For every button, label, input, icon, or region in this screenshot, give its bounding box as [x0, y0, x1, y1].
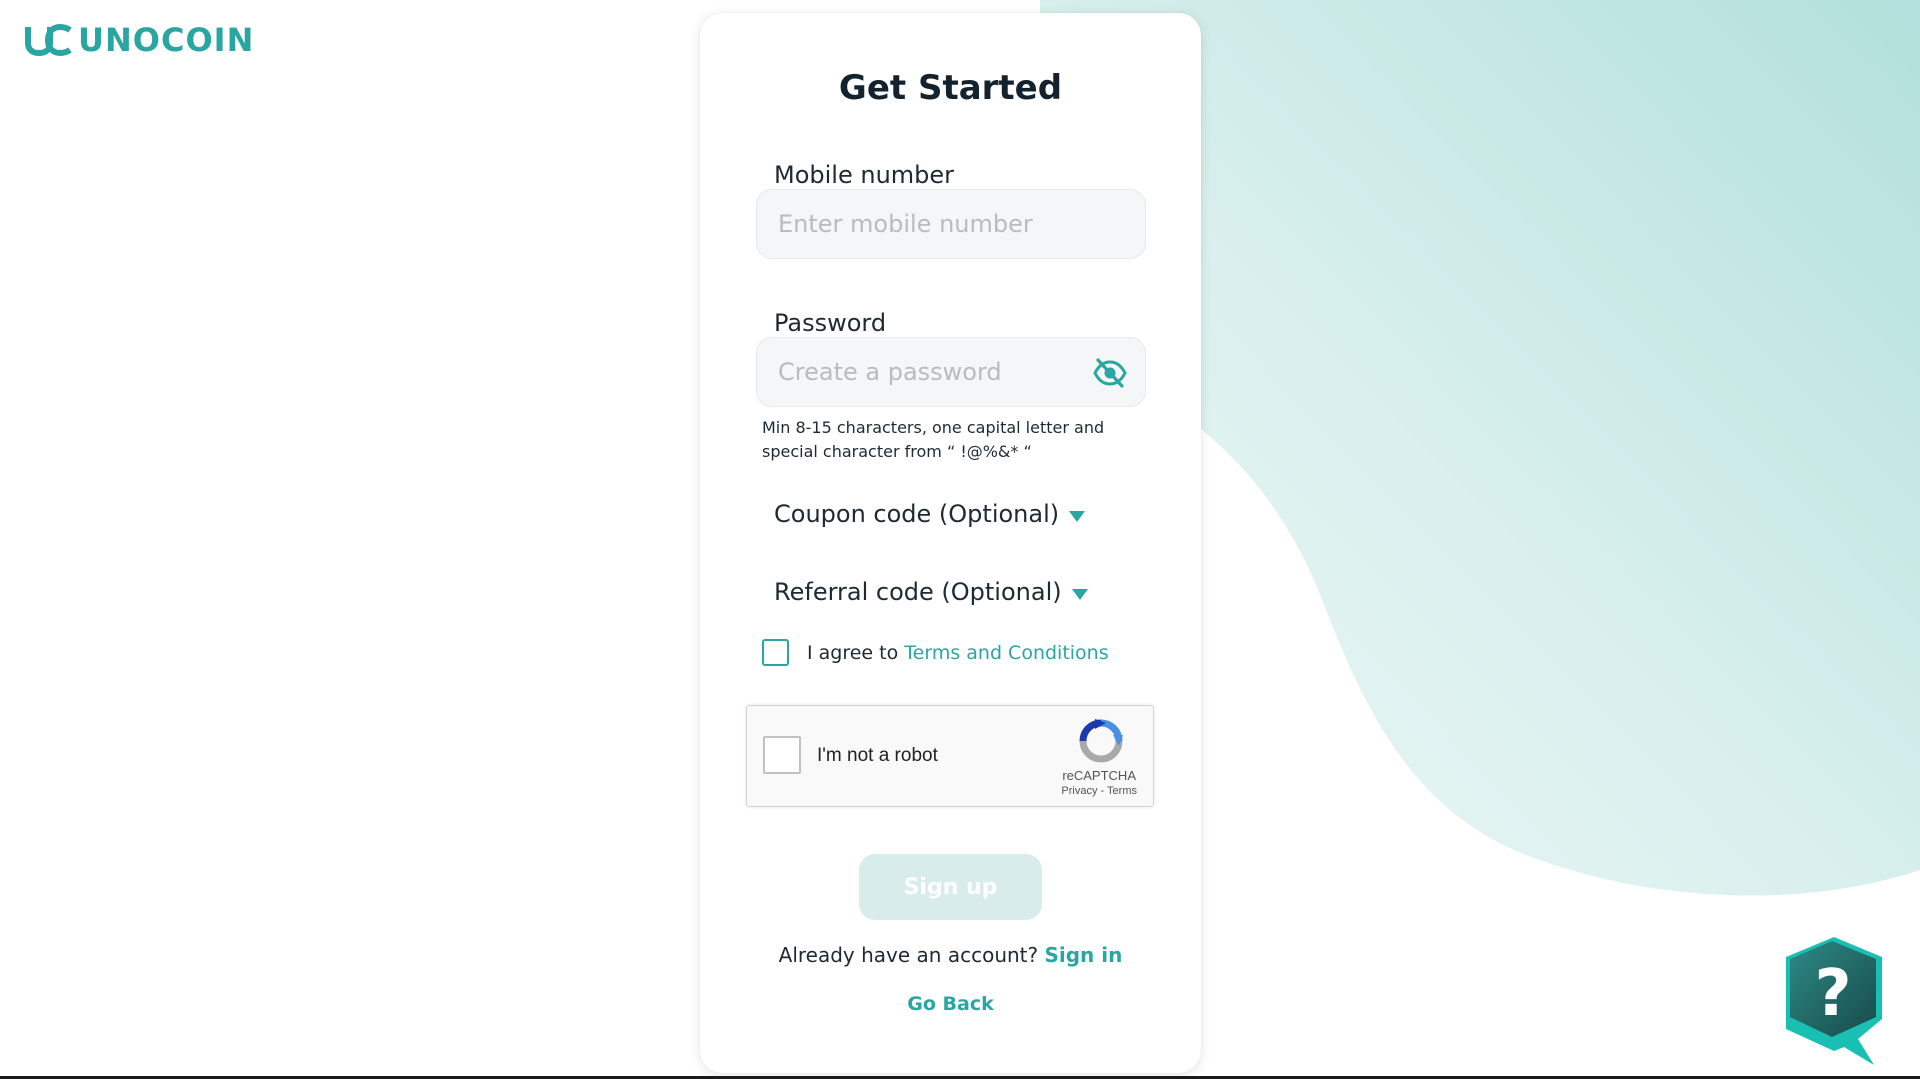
mobile-number-input[interactable]	[757, 190, 1145, 258]
recaptcha-terms-link[interactable]: Terms	[1107, 785, 1137, 797]
signup-page: UNOCOIN Get Started Mobile number Passwo…	[0, 0, 1920, 1079]
help-button[interactable]: ?	[1778, 935, 1890, 1067]
recaptcha-links-separator: -	[1097, 785, 1108, 797]
caret-down-icon	[1069, 510, 1086, 522]
recaptcha-brand: reCAPTCHA	[1062, 768, 1136, 783]
unocoin-logo-icon	[25, 24, 72, 56]
have-account-prompt: Already have an account? Sign in	[700, 943, 1201, 967]
caret-down-icon	[1071, 588, 1088, 600]
terms-checkbox[interactable]	[762, 639, 789, 666]
have-account-text: Already have an account?	[778, 943, 1039, 967]
sign-up-button[interactable]: Sign up	[859, 854, 1042, 920]
recaptcha-logo-icon	[1079, 719, 1123, 763]
mobile-number-label: Mobile number	[774, 161, 955, 189]
go-back-link[interactable]: Go Back	[700, 993, 1201, 1015]
password-field-wrapper	[756, 337, 1146, 407]
terms-agreement: I agree to Terms and Conditions	[762, 639, 1109, 666]
recaptcha-privacy-link[interactable]: Privacy	[1061, 785, 1097, 797]
coupon-code-label: Coupon code (Optional)	[774, 500, 1060, 528]
terms-and-conditions-link[interactable]: Terms and Conditions	[904, 642, 1108, 664]
password-label: Password	[774, 309, 887, 337]
coupon-code-toggle[interactable]: Coupon code (Optional)	[774, 500, 1086, 528]
question-mark-icon: ?	[1814, 957, 1851, 1031]
referral-code-toggle[interactable]: Referral code (Optional)	[774, 578, 1088, 606]
recaptcha-label: I'm not a robot	[817, 745, 938, 766]
recaptcha-widget: I'm not a robot reCAPTCHA Privacy - Term…	[746, 705, 1154, 807]
terms-agreement-text: I agree to Terms and Conditions	[807, 642, 1109, 664]
signup-card: Get Started Mobile number Password Min 8…	[700, 13, 1201, 1073]
recaptcha-checkbox[interactable]	[763, 736, 801, 774]
recaptcha-links: Privacy - Terms	[1061, 785, 1137, 797]
page-title: Get Started	[838, 68, 1063, 108]
mobile-number-field-wrapper	[756, 189, 1146, 259]
sign-in-link[interactable]: Sign in	[1044, 943, 1122, 967]
eye-slash-icon[interactable]	[1093, 357, 1127, 389]
password-input[interactable]	[757, 338, 1145, 406]
unocoin-logo[interactable]: UNOCOIN	[24, 22, 254, 58]
brand-name: UNOCOIN	[78, 21, 255, 59]
password-requirements-hint: Min 8-15 characters, one capital letter …	[762, 418, 1105, 461]
referral-code-label: Referral code (Optional)	[774, 578, 1062, 606]
terms-agreement-prefix: I agree to	[807, 641, 899, 664]
